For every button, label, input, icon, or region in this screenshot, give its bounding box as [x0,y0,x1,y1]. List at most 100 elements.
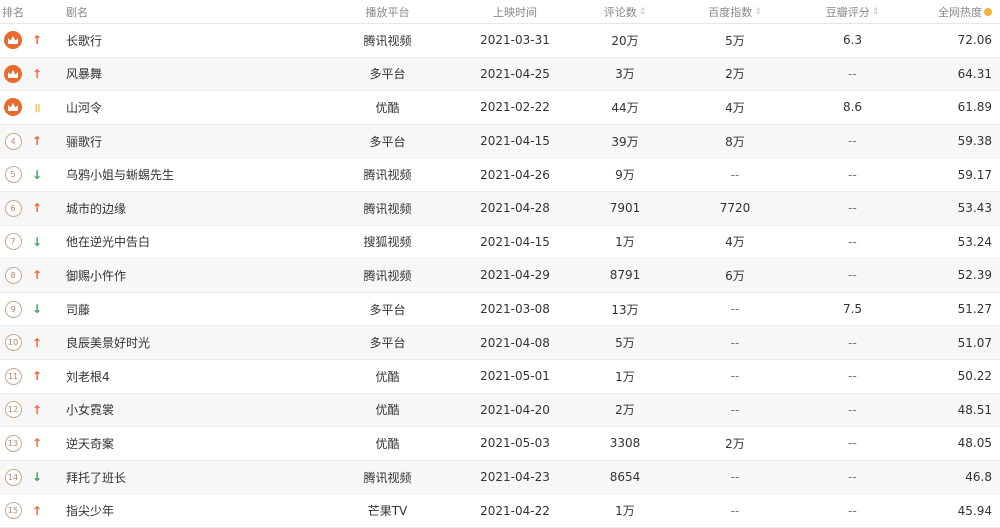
show-name[interactable]: 乌鸦小姐与蜥蜴先生 [66,158,316,191]
table-row[interactable]: ॥ 山河令 优酷 2021-02-22 44万 4万 8.6 61.89 [0,91,1000,125]
douban-score: 7.5 [842,302,863,317]
show-name[interactable]: 骊歌行 [66,125,316,158]
baidu-index: -- [730,503,740,518]
douban-score: -- [848,402,857,417]
table-row[interactable]: ↑ 长歌行 腾讯视频 2021-03-31 20万 5万 6.3 72.06 [0,24,1000,58]
header-comments-sort[interactable]: 评论数 ⇕ [585,0,665,23]
baidu-index: 7720 [719,201,751,216]
release-date: 2021-04-20 [480,402,550,417]
show-name[interactable]: 风暴舞 [66,58,316,91]
release-date: 2021-04-29 [480,268,550,283]
show-name[interactable]: 刘老根4 [66,360,316,393]
release-date: 2021-04-26 [480,167,550,182]
trend-up-icon: ↑ [31,436,43,451]
rank-cell: 15 [0,494,26,527]
comment-count: 8791 [609,268,641,283]
baidu-index: -- [730,402,740,417]
header-baidu-sort[interactable]: 百度指数 ⇕ [700,0,770,23]
rank-cell [0,24,26,57]
trend-down-icon: ↓ [31,470,43,485]
release-date: 2021-04-15 [480,234,550,249]
release-date: 2021-04-15 [480,134,550,149]
show-name[interactable]: 他在逆光中告白 [66,226,316,259]
table-row[interactable]: 8 ↑ 御赐小仵作 腾讯视频 2021-04-29 8791 6万 -- 52.… [0,259,1000,293]
header-name-label: 剧名 [66,5,88,19]
table-row[interactable]: 11 ↑ 刘老根4 优酷 2021-05-01 1万 -- -- 50.22 [0,360,1000,394]
douban-score: -- [848,335,857,350]
show-name[interactable]: 逆天奇案 [66,427,316,460]
sort-icon[interactable]: ⇕ [754,7,762,17]
douban-score: -- [848,66,857,81]
sort-icon[interactable]: ⇕ [639,7,647,17]
table-row[interactable]: 10 ↑ 良辰美景好时光 多平台 2021-04-08 5万 -- -- 51.… [0,326,1000,360]
comment-count: 7901 [609,201,641,216]
douban-score: 8.6 [842,100,863,115]
table-row[interactable]: 9 ↓ 司藤 多平台 2021-03-08 13万 -- 7.5 51.27 [0,293,1000,327]
table-row[interactable]: 12 ↑ 小女霓裳 优酷 2021-04-20 2万 -- -- 48.51 [0,393,1000,428]
comment-count: 3万 [615,67,635,82]
table-row[interactable]: 4 ↑ 骊歌行 多平台 2021-04-15 39万 8万 -- 59.38 [0,124,1000,159]
header-heat: 全网热度 [920,0,992,23]
heat-score: 45.94 [957,503,992,518]
table-row[interactable]: 13 ↑ 逆天奇案 优酷 2021-05-03 3308 2万 -- 48.05 [0,427,1000,461]
rank-number-badge: 13 [4,434,22,452]
platform: 多平台 [369,134,406,149]
platform: 优酷 [375,369,400,384]
show-name[interactable]: 城市的边缘 [66,192,316,225]
baidu-index: 6万 [725,268,745,283]
table-header: 排名 剧名 播放平台 上映时间 评论数 ⇕ 百度指数 ⇕ 豆瓣评分 ⇕ 全网热度 [0,0,1000,24]
table-row[interactable]: 14 ↓ 拜托了班长 腾讯视频 2021-04-23 8654 -- -- 46… [0,460,1000,495]
header-douban-sort[interactable]: 豆瓣评分 ⇕ [815,0,890,23]
rank-number-badge: 7 [4,233,22,251]
header-date: 上映时间 [470,0,560,23]
table-row[interactable]: 6 ↑ 城市的边缘 腾讯视频 2021-04-28 7901 7720 -- 5… [0,191,1000,226]
release-date: 2021-03-08 [480,302,550,317]
header-douban-label: 豆瓣评分 [825,5,870,19]
show-name[interactable]: 长歌行 [66,24,316,57]
header-rank-label: 排名 [2,5,24,19]
header-heat-label: 全网热度 [938,5,982,19]
platform: 腾讯视频 [363,33,412,48]
baidu-index: 2万 [725,436,745,451]
info-icon[interactable] [984,7,992,16]
comment-count: 2万 [615,403,635,418]
release-date: 2021-04-08 [480,335,550,350]
show-name[interactable]: 司藤 [66,293,316,326]
heat-score: 48.05 [957,436,992,451]
release-date: 2021-04-25 [480,66,550,81]
rank-number-badge: 6 [4,199,22,217]
heat-score: 46.8 [965,470,992,485]
trend-down-icon: ↓ [31,234,43,249]
platform: 优酷 [375,436,400,451]
douban-score: -- [848,201,857,216]
trend-up-icon: ↑ [31,66,43,81]
rank-cell [0,58,26,91]
ranking-table: 排名 剧名 播放平台 上映时间 评论数 ⇕ 百度指数 ⇕ 豆瓣评分 ⇕ 全网热度 ↑ … [0,0,1000,528]
release-date: 2021-05-01 [480,369,550,384]
crown-icon [4,31,22,50]
douban-score: 6.3 [842,33,863,48]
baidu-index: -- [730,167,740,182]
show-name[interactable]: 御赐小仵作 [66,259,316,292]
comment-count: 9万 [615,168,635,183]
crown-icon [4,98,22,117]
show-name[interactable]: 良辰美景好时光 [66,326,316,359]
show-name[interactable]: 拜托了班长 [66,461,316,494]
table-row[interactable]: ↑ 风暴舞 多平台 2021-04-25 3万 2万 -- 64.31 [0,57,1000,92]
table-row[interactable]: 7 ↓ 他在逆光中告白 搜狐视频 2021-04-15 1万 4万 -- 53.… [0,226,1000,260]
show-name[interactable]: 指尖少年 [66,494,316,527]
baidu-index: -- [730,369,740,384]
rank-cell: 13 [0,427,26,460]
rank-cell: 7 [0,226,26,259]
table-row[interactable]: 5 ↓ 乌鸦小姐与蜥蜴先生 腾讯视频 2021-04-26 9万 -- -- 5… [0,158,1000,192]
douban-score: -- [848,234,857,249]
platform: 芒果TV [367,504,408,519]
show-name[interactable]: 山河令 [66,91,316,124]
show-name[interactable]: 小女霓裳 [66,394,316,427]
heat-score: 51.07 [957,335,992,350]
sort-icon[interactable]: ⇕ [872,7,880,17]
release-date: 2021-02-22 [480,100,550,115]
table-row[interactable]: 15 ↑ 指尖少年 芒果TV 2021-04-22 1万 -- -- 45.94 [0,494,1000,528]
trend-down-icon: ↓ [31,167,43,182]
platform: 多平台 [369,302,406,317]
